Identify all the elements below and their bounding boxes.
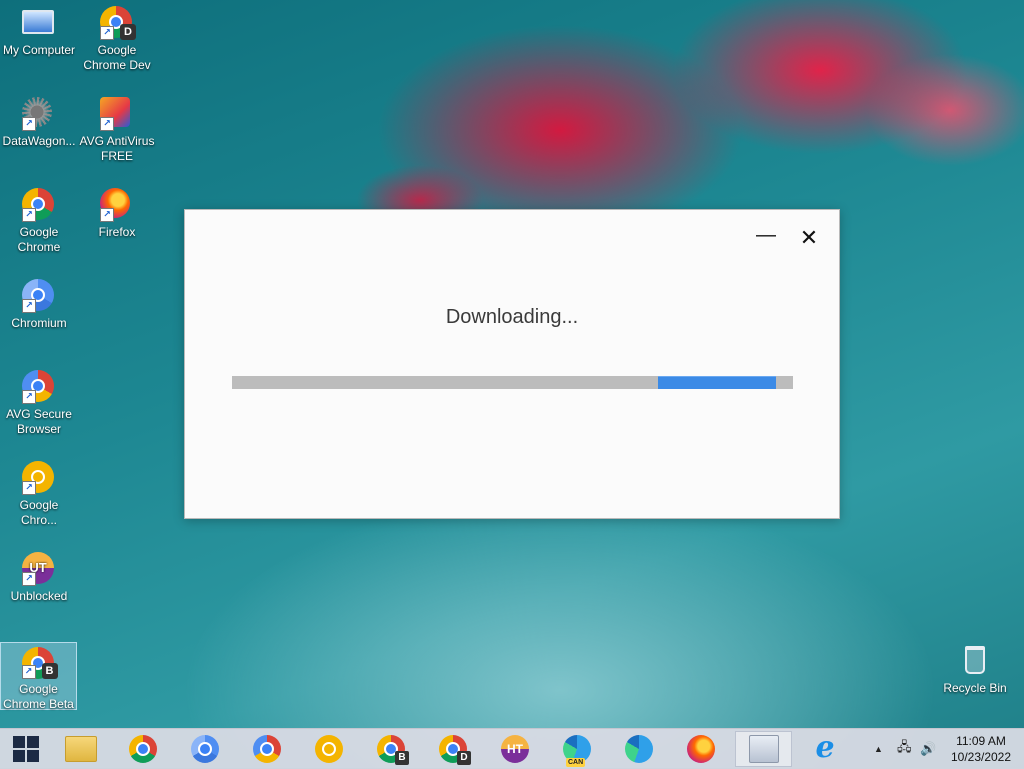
close-button[interactable]: ✕	[797, 226, 821, 250]
chrome-beta-icon: B	[377, 735, 409, 765]
shortcut-arrow-icon: ↗	[22, 299, 36, 313]
chrome-dev-badge: D	[120, 24, 136, 40]
desktop-icon-label: Google Chrome Dev	[83, 43, 151, 72]
installer-disc-icon	[748, 735, 779, 763]
network-button[interactable]: 🖧	[897, 729, 912, 769]
taskbar-chrome-dev[interactable]: D	[427, 731, 479, 767]
desktop-icon-label: AVG AntiVirus FREE	[79, 134, 155, 163]
shortcut-arrow-icon: ↗	[22, 208, 36, 222]
desktop-icon-avg-antivirus[interactable]: ↗ AVG AntiVirus FREE	[78, 93, 156, 177]
shortcut-arrow-icon: ↗	[100, 117, 114, 131]
datawagon-icon: ↗	[22, 97, 56, 131]
unblocked-icon: HT	[501, 735, 529, 763]
desktop-icon-label: Chromium	[11, 316, 67, 330]
taskbar-internet-explorer[interactable]: e	[799, 731, 851, 767]
minimize-button[interactable]: —	[755, 225, 777, 248]
desktop-icon-my-computer[interactable]: My Computer	[0, 2, 78, 86]
show-hidden-icons-button[interactable]: ▲	[874, 729, 883, 769]
desktop-icon-google-chrome-dev[interactable]: D ↗ Google Chrome Dev	[78, 2, 156, 86]
desktop-icon-label: Google Chrome Beta	[3, 682, 74, 711]
shortcut-arrow-icon: ↗	[22, 481, 36, 495]
chrome-icon: ↗	[22, 188, 56, 222]
clock-time: 11:09 AM	[956, 734, 1006, 748]
taskbar-edge-canary[interactable]: CAN	[551, 731, 603, 767]
desktop-icon-recycle-bin[interactable]: Recycle Bin	[936, 640, 1014, 724]
firefox-icon	[687, 735, 715, 763]
chromium-icon	[191, 735, 219, 763]
taskbar-unblocked[interactable]: HT	[489, 731, 541, 767]
taskbar-chromium[interactable]	[179, 731, 231, 767]
desktop-icon-label: Unblocked	[10, 589, 68, 603]
desktop-icon-google-chrome-yellow[interactable]: ↗ Google Chro...	[0, 457, 78, 541]
desktop-icon-unblocked[interactable]: UT ↗ Unblocked	[0, 548, 78, 632]
avg-antivirus-icon: ↗	[100, 97, 134, 131]
chevron-up-icon: ▲	[874, 744, 883, 754]
desktop-icon-firefox[interactable]: ↗ Firefox	[78, 184, 156, 268]
taskbar: B D HT CAN e ▲ 🖧 🔊 11:09 AM 10/23/2022	[0, 728, 1024, 769]
network-icon: 🖧	[897, 739, 912, 754]
desktop-icon-google-chrome-beta[interactable]: B ↗ Google Chrome Beta	[0, 642, 77, 711]
clock-date: 10/23/2022	[950, 750, 1012, 764]
unblocked-glyph: HT	[507, 742, 523, 756]
chrome-beta-badge: B	[395, 751, 409, 765]
chrome-yellow-icon	[315, 735, 343, 763]
avg-browser-icon	[253, 735, 281, 763]
windows-logo-icon	[13, 736, 39, 762]
chrome-dev-icon: D	[439, 735, 471, 765]
desktop-icon-datawagon[interactable]: ↗ DataWagon...	[0, 93, 78, 177]
chrome-dev-icon: D ↗	[100, 6, 136, 40]
recycle-bin-icon	[958, 644, 992, 678]
desktop-icon-label: Google Chrome	[17, 225, 61, 254]
dialog-title: Downloading...	[445, 306, 579, 328]
download-dialog: — ✕ Downloading...	[184, 209, 840, 519]
edge-icon	[625, 735, 653, 763]
desktop-icon-label: AVG Secure Browser	[6, 407, 72, 436]
desktop-icon-google-chrome[interactable]: ↗ Google Chrome	[0, 184, 78, 268]
taskbar-google-chrome[interactable]	[117, 731, 169, 767]
my-computer-icon	[22, 6, 56, 40]
shortcut-arrow-icon: ↗	[21, 665, 36, 679]
clock[interactable]: 11:09 AM 10/23/2022	[944, 733, 1018, 765]
desktop-icon-label: Recycle Bin	[943, 681, 1007, 695]
desktop-icon-label: Google Chro...	[19, 498, 59, 527]
unblocked-icon: UT ↗	[22, 552, 56, 586]
chrome-icon	[129, 735, 157, 763]
avg-browser-icon: ↗	[22, 370, 56, 404]
canary-badge: CAN	[566, 758, 586, 767]
chrome-beta-badge: B	[41, 663, 58, 679]
taskbar-file-explorer[interactable]	[55, 731, 107, 767]
taskbar-installer[interactable]	[735, 731, 792, 767]
taskbar-chrome-yellow[interactable]	[303, 731, 355, 767]
shortcut-arrow-icon: ↗	[100, 208, 114, 222]
taskbar-avg-secure-browser[interactable]	[241, 731, 293, 767]
volume-button[interactable]: 🔊	[920, 729, 936, 769]
progress-fill	[658, 376, 777, 389]
desktop-icon-chromium[interactable]: ↗ Chromium	[0, 275, 78, 359]
shortcut-arrow-icon: ↗	[100, 26, 114, 40]
desktop-icon-label: DataWagon...	[2, 134, 76, 148]
taskbar-edge[interactable]	[613, 731, 665, 767]
chrome-dev-badge: D	[457, 751, 471, 765]
shortcut-arrow-icon: ↗	[22, 117, 36, 131]
desktop-icon-label: My Computer	[2, 43, 76, 57]
shortcut-arrow-icon: ↗	[22, 390, 36, 404]
shortcut-arrow-icon: ↗	[22, 572, 36, 586]
desktop-icon-avg-secure-browser[interactable]: ↗ AVG Secure Browser	[0, 366, 78, 450]
folder-icon	[65, 736, 97, 762]
volume-icon: 🔊	[920, 741, 937, 756]
edge-canary-icon: CAN	[563, 735, 591, 767]
taskbar-chrome-beta[interactable]: B	[365, 731, 417, 767]
chrome-beta-icon: B ↗	[21, 647, 58, 679]
chromium-icon: ↗	[22, 279, 56, 313]
internet-explorer-icon: e	[815, 730, 835, 765]
desktop-icon-label: Firefox	[98, 225, 136, 239]
taskbar-firefox[interactable]	[675, 731, 727, 767]
progress-bar	[232, 376, 793, 389]
chrome-yellow-icon: ↗	[22, 461, 56, 495]
firefox-icon: ↗	[100, 188, 134, 222]
start-button[interactable]	[0, 731, 52, 767]
